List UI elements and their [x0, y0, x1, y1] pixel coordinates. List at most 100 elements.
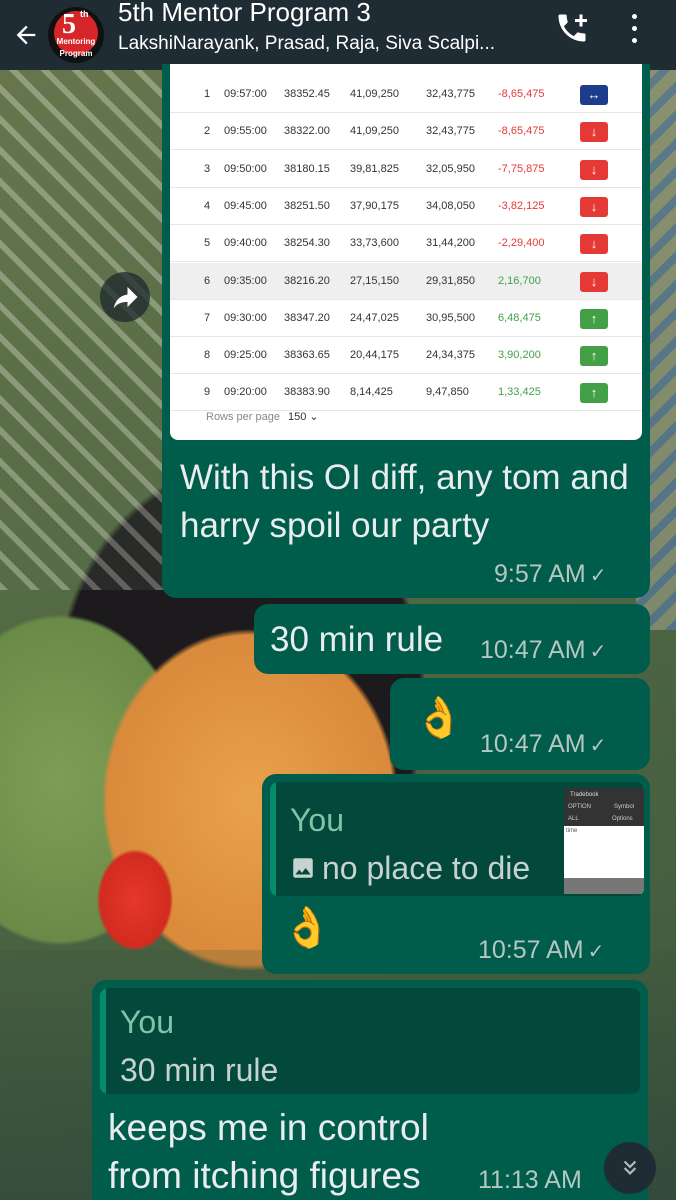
table-cell-n: 9: [204, 386, 211, 399]
table-cell-time: 09:20:00: [224, 386, 267, 399]
table-cell-diff: -8,65,475: [498, 88, 545, 100]
table-cell-diff: 1,33,425: [498, 386, 541, 399]
signal-badge: ↔: [580, 85, 608, 105]
avatar-text-line1: Mentoring: [56, 37, 96, 46]
table-cell-n: 5: [204, 237, 211, 250]
arrow-left-icon[interactable]: [4, 0, 48, 70]
table-cell-c2: 32,43,775: [426, 125, 475, 138]
header-text[interactable]: 5th Mentor Program 3 LakshiNarayank, Pra…: [118, 0, 495, 55]
signal-badge: ↑: [580, 346, 608, 367]
forward-icon[interactable]: [100, 272, 150, 322]
table-cell-n: 3: [204, 162, 211, 175]
rows-per-page: Rows per page 150 ⌄: [206, 411, 319, 423]
table-cell-n: 1: [204, 88, 211, 100]
table-row: 4 09:45:00 38251.50 37,90,175 34,08,050 -3,82…: [170, 188, 642, 225]
message-text: With this OI diff, any tom and harry spo…: [180, 458, 629, 545]
message-text: keeps me in control from itching figures: [108, 1107, 429, 1196]
message-time: 10:47 AM ✓: [480, 730, 607, 758]
signal-badge: ↓: [580, 271, 608, 292]
signal-badge: ↑: [580, 308, 608, 329]
avatar-text-line2: Program: [59, 49, 93, 58]
group-avatar[interactable]: 5 th Mentoring Program: [48, 7, 104, 63]
group-title: 5th Mentor Program 3: [118, 0, 371, 27]
table-cell-diff: -7,75,875: [498, 162, 545, 175]
chat-header: 5 th Mentoring Program 5th Mentor Progra…: [0, 0, 676, 70]
signal-badge: ↓: [580, 196, 608, 217]
signal-badge: ↑: [580, 383, 608, 404]
signal-badge: ↓: [580, 122, 608, 143]
avatar-suffix: th: [80, 9, 89, 19]
table-cell-n: 2: [204, 125, 211, 138]
table-cell-c2: 30,95,500: [426, 311, 475, 324]
ok-hand-emoji: 👌: [282, 906, 332, 950]
table-cell-diff: -8,65,475: [498, 125, 545, 138]
signal-badge: ↓: [580, 159, 608, 180]
table-cell-diff: -3,82,125: [498, 199, 545, 212]
table-cell-price: 38363.65: [284, 349, 330, 362]
wallpaper-flower: [90, 840, 180, 960]
table-cell-c1: 37,90,175: [350, 199, 399, 212]
table-cell-c2: 34,08,050: [426, 199, 475, 212]
table-cell-c2: 32,43,775: [426, 88, 475, 100]
wallpaper-pattern-left: [0, 70, 180, 590]
table-cell-price: 38254.30: [284, 237, 330, 250]
table-cell-c2: 9,47,850: [426, 386, 469, 399]
message-bubble-emoji[interactable]: 👌 10:47 AM ✓: [390, 678, 650, 770]
message-bubble-reply[interactable]: You no place to die Tradebook OPTION ALL…: [262, 774, 650, 974]
table-cell-price: 38352.45: [284, 88, 330, 100]
table-row: 6 09:35:00 38216.20 27,15,150 29,31,850 2,16,…: [170, 262, 642, 300]
message-time: 11:13 AM: [478, 1166, 582, 1194]
message-bubble-reply[interactable]: You 30 min rule keeps me in control from…: [92, 980, 648, 1200]
table-cell-time: 09:55:00: [224, 125, 267, 138]
quote-thumbnail: Tradebook OPTION ALL Symbol Options time: [564, 788, 644, 894]
more-vert-icon[interactable]: [624, 10, 644, 46]
table-cell-price: 38216.20: [284, 274, 330, 287]
table-cell-time: 09:35:00: [224, 274, 267, 287]
table-row: 3 09:50:00 38180.15 39,81,825 32,05,950 -7,75…: [170, 151, 642, 188]
quote-author: You: [120, 1004, 174, 1040]
group-members: LakshiNarayank, Prasad, Raja, Siva Scalp…: [118, 33, 496, 54]
table-cell-c1: 27,15,150: [350, 274, 399, 287]
table-cell-diff: -2,29,400: [498, 237, 545, 250]
table-cell-c1: 33,73,600: [350, 237, 399, 250]
table-cell-c1: 39,81,825: [350, 162, 399, 175]
table-row: 2 09:55:00 38322.00 41,09,250 32,43,775 -8,65…: [170, 113, 642, 151]
message-bubble[interactable]: 30 min rule 10:47 AM ✓: [254, 604, 650, 674]
table-cell-c2: 32,05,950: [426, 162, 475, 175]
table-cell-time: 09:25:00: [224, 349, 267, 362]
message-time: 10:47 AM ✓: [480, 636, 607, 664]
table-cell-n: 6: [204, 274, 211, 287]
table-cell-c2: 31,44,200: [426, 237, 475, 250]
quote-author: You: [290, 802, 344, 838]
photo-icon: [290, 852, 316, 889]
table-cell-c1: 41,09,250: [350, 125, 399, 138]
quoted-message[interactable]: You no place to die Tradebook OPTION ALL…: [270, 782, 644, 896]
table-cell-c1: 20,44,175: [350, 349, 399, 362]
table-cell-time: 09:30:00: [224, 311, 267, 324]
table-cell-price: 38322.00: [284, 125, 330, 138]
table-cell-time: 09:50:00: [224, 162, 267, 175]
table-row: 8 09:25:00 38363.65 20,44,175 24,34,375 3,90,…: [170, 337, 642, 375]
table-cell-c1: 41,09,250: [350, 88, 399, 100]
message-time: 10:57 AM ✓: [478, 936, 605, 964]
table-cell-price: 38251.50: [284, 199, 330, 212]
signal-badge: ↓: [580, 234, 608, 255]
table-cell-price: 38383.90: [284, 386, 330, 399]
table-cell-price: 38180.15: [284, 162, 330, 175]
oi-table-image[interactable]: 1 09:57:00 38352.45 41,09,250 32,43,775 -8,65…: [170, 64, 642, 440]
table-cell-diff: 3,90,200: [498, 349, 541, 362]
quote-text: 30 min rule: [120, 1052, 279, 1088]
table-cell-c2: 24,34,375: [426, 349, 475, 362]
table-cell-n: 7: [204, 311, 211, 324]
table-cell-n: 4: [204, 199, 211, 212]
table-cell-time: 09:45:00: [224, 199, 267, 212]
message-bubble-image[interactable]: 1 09:57:00 38352.45 41,09,250 32,43,775 -8,65…: [162, 64, 650, 598]
double-chevron-down-icon[interactable]: [604, 1142, 656, 1194]
table-cell-time: 09:40:00: [224, 237, 267, 250]
quoted-message[interactable]: You 30 min rule: [100, 988, 640, 1094]
quote-text: no place to die: [290, 850, 530, 889]
add-call-icon[interactable]: [554, 10, 590, 46]
table-cell-c1: 8,14,425: [350, 386, 393, 399]
message-text: 30 min rule: [270, 620, 444, 659]
ok-hand-emoji: 👌: [414, 696, 464, 740]
